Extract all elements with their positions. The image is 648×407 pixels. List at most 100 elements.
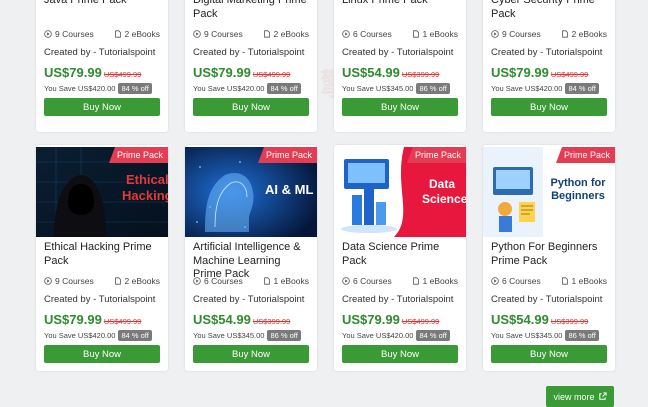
savings: You Save US$420.00 84 % off — [44, 330, 160, 341]
course-card-ethical-hacking: Ethical Hacking Prime Pack Ethical Hacki… — [36, 145, 168, 371]
creator: Created by - Tutorialspoint — [342, 294, 454, 305]
card-meta: 6 Courses 1 eBooks — [193, 275, 309, 287]
price-line: US$79.99 US$499.99 — [342, 312, 458, 327]
courses-count: 6 Courses — [353, 276, 392, 286]
savings: You Save US$345.00 86 % off — [193, 330, 309, 341]
view-more-button[interactable]: view more — [546, 386, 614, 407]
prime-pack-badge: Prime Pack — [555, 147, 615, 163]
savings: You Save US$420.00 84 % off — [44, 83, 160, 94]
courses-count: 9 Courses — [204, 29, 243, 39]
card-body: Artificial Intelligence & Machine Learni… — [193, 241, 309, 363]
courses-count: 6 Courses — [204, 276, 243, 286]
old-price: US$499.99 — [103, 317, 142, 326]
course-card-java: Java Prime Pack 9 Courses 2 eBooks Creat… — [36, 0, 168, 132]
external-link-icon — [598, 392, 607, 400]
creator: Created by - Tutorialspoint — [342, 47, 454, 58]
buy-now-button[interactable]: Buy Now — [491, 98, 607, 116]
price: US$54.99 — [491, 312, 549, 327]
play-circle-icon — [44, 277, 52, 285]
card-title[interactable]: Digital Marketing Prime Pack — [193, 0, 309, 21]
buy-now-button[interactable]: Buy Now — [44, 98, 160, 116]
card-body: Python For Beginners Prime Pack 6 Course… — [491, 241, 607, 363]
card-title[interactable]: Artificial Intelligence & Machine Learni… — [193, 241, 309, 280]
old-price: US$499.99 — [550, 70, 589, 79]
card-body: Data Science Prime Pack 6 Courses 1 eBoo… — [342, 241, 458, 363]
card-title[interactable]: Ethical Hacking Prime Pack — [44, 241, 160, 268]
card-meta: 9 Courses 2 eBooks — [491, 28, 607, 40]
course-thumbnail[interactable]: Ethical Hacking Prime Pack — [36, 147, 168, 237]
card-body: Ethical Hacking Prime Pack 9 Courses 2 e… — [44, 241, 160, 363]
price-line: US$79.99 US$499.99 — [44, 65, 160, 80]
ebooks-count: 1 eBooks — [273, 276, 309, 286]
price: US$79.99 — [342, 312, 400, 327]
card-meta: 9 Courses 2 eBooks — [44, 28, 160, 40]
prime-pack-badge: Prime Pack — [406, 147, 466, 163]
play-circle-icon — [491, 30, 499, 38]
old-price: US$499.99 — [103, 70, 142, 79]
card-meta: 6 Courses 1 eBooks — [491, 275, 607, 287]
card-title[interactable]: Cyber Security Prime Pack — [491, 0, 607, 21]
course-card-data-science: Data Science Prime Pack Data Science Pri… — [334, 145, 466, 371]
prime-pack-badge: Prime Pack — [257, 147, 317, 163]
prime-pack-badge: Prime Pack — [108, 147, 168, 163]
creator: Created by - Tutorialspoint — [491, 294, 603, 305]
play-circle-icon — [491, 277, 499, 285]
creator: Created by - Tutorialspoint — [44, 294, 156, 305]
buy-now-button[interactable]: Buy Now — [44, 345, 160, 363]
old-price: US$399.99 — [550, 317, 589, 326]
savings: You Save US$420.00 84 % off — [342, 330, 458, 341]
course-thumbnail[interactable]: Data Science Prime Pack — [334, 147, 466, 237]
save-text: You Save US$420.00 — [193, 84, 265, 93]
savings: You Save US$345.00 86 % off — [342, 83, 458, 94]
price-line: US$79.99 US$499.99 — [491, 65, 607, 80]
save-text: You Save US$345.00 — [491, 331, 563, 340]
thumbnail-caption: Ethical Hacking — [122, 172, 168, 203]
save-text: You Save US$345.00 — [193, 331, 265, 340]
card-title[interactable]: Linux Prime Pack — [342, 0, 458, 21]
ebooks-count: 2 eBooks — [273, 29, 309, 39]
courses-count: 6 Courses — [353, 29, 392, 39]
ebooks-count: 1 eBooks — [571, 276, 607, 286]
thumbnail-caption: AI & ML — [265, 182, 314, 197]
card-title[interactable]: Data Science Prime Pack — [342, 241, 458, 268]
document-icon — [114, 277, 121, 285]
creator: Created by - Tutorialspoint — [491, 47, 603, 58]
discount-badge: 84 % off — [416, 330, 450, 341]
card-title[interactable]: Java Prime Pack — [44, 0, 160, 21]
buy-now-button[interactable]: Buy Now — [193, 98, 309, 116]
course-thumbnail[interactable]: AI & ML Prime Pack — [185, 147, 317, 237]
card-meta: 9 Courses 2 eBooks — [44, 275, 160, 287]
discount-badge: 84 % off — [118, 83, 152, 94]
buy-now-button[interactable]: Buy Now — [342, 345, 458, 363]
save-text: You Save US$345.00 — [342, 84, 414, 93]
course-card-python-beginners: Python for Beginners Prime Pack Python F… — [483, 145, 615, 371]
courses-count: 6 Courses — [502, 276, 541, 286]
thumbnail-caption: Data Science — [422, 177, 466, 206]
course-thumbnail[interactable]: Python for Beginners Prime Pack — [483, 147, 615, 237]
old-price: US$499.99 — [252, 70, 291, 79]
buy-now-button[interactable]: Buy Now — [491, 345, 607, 363]
discount-badge: 86 % off — [565, 330, 599, 341]
price-line: US$79.99 US$499.99 — [193, 65, 309, 80]
document-icon — [263, 30, 270, 38]
view-more-label: view more — [553, 391, 595, 402]
play-circle-icon — [44, 30, 52, 38]
save-text: You Save US$420.00 — [491, 84, 563, 93]
ebooks-count: 2 eBooks — [571, 29, 607, 39]
card-body: Linux Prime Pack 6 Courses 1 eBooks Crea… — [342, 0, 458, 116]
document-icon — [114, 30, 121, 38]
play-circle-icon — [193, 277, 201, 285]
play-circle-icon — [342, 30, 350, 38]
card-title[interactable]: Python For Beginners Prime Pack — [491, 241, 607, 268]
ebooks-count: 1 eBooks — [422, 29, 458, 39]
save-text: You Save US$420.00 — [44, 331, 116, 340]
card-meta: 6 Courses 1 eBooks — [342, 275, 458, 287]
save-text: You Save US$420.00 — [342, 331, 414, 340]
buy-now-button[interactable]: Buy Now — [342, 98, 458, 116]
discount-badge: 84 % off — [118, 330, 152, 341]
course-card-cyber-security: Cyber Security Prime Pack 9 Courses 2 eB… — [483, 0, 615, 132]
ebooks-count: 2 eBooks — [124, 276, 160, 286]
buy-now-button[interactable]: Buy Now — [193, 345, 309, 363]
old-price: US$399.99 — [401, 70, 440, 79]
document-icon — [412, 277, 419, 285]
